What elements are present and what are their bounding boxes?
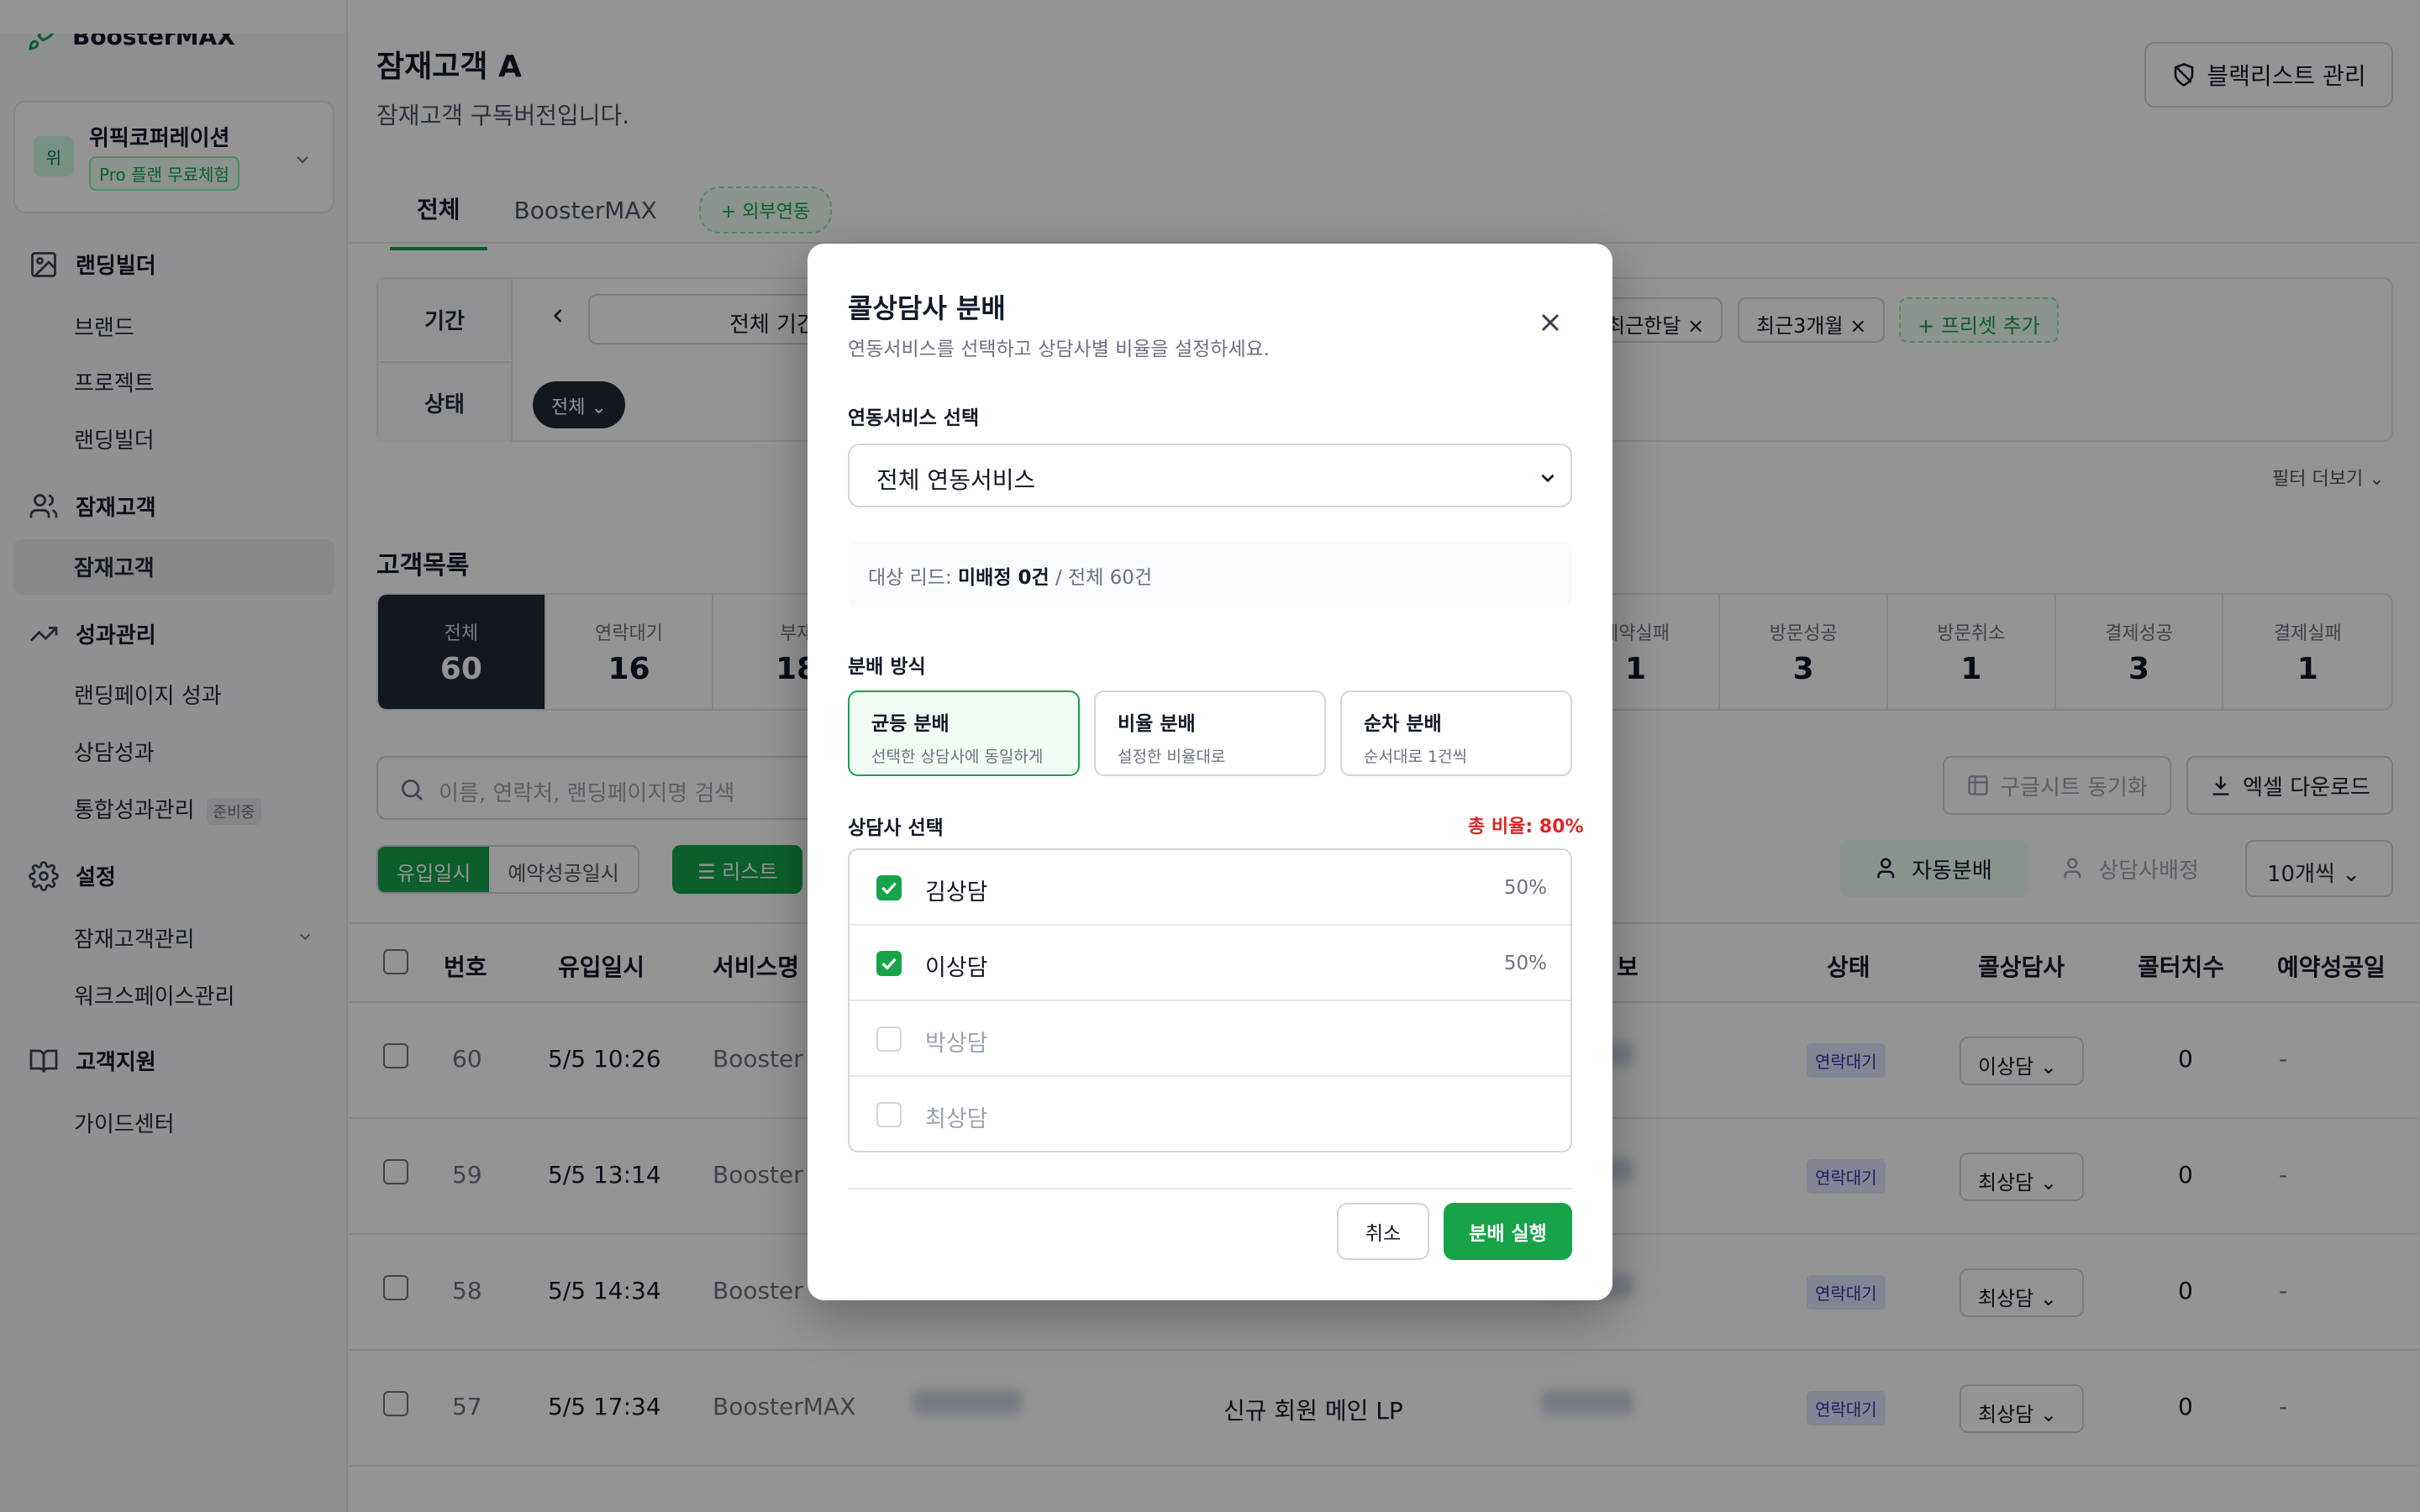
counselor-row[interactable]: 박상담	[850, 1001, 1570, 1077]
counselor-name: 김상담	[925, 879, 988, 906]
unassigned-count: 미배정 0건	[958, 567, 1050, 589]
close-icon[interactable]	[1535, 307, 1565, 338]
method-ratio[interactable]: 비율 분배 설정한 비율대로	[1094, 690, 1326, 776]
counselor-row[interactable]: 이상담 50%	[850, 926, 1570, 1001]
modal-title: 콜상담사 분배	[848, 292, 1006, 324]
method-label: 분배 방식	[848, 656, 926, 678]
cancel-button[interactable]: 취소	[1337, 1203, 1429, 1260]
counselor-checkbox[interactable]	[876, 875, 902, 900]
counselor-pct: 50%	[1503, 953, 1547, 974]
check-icon	[881, 882, 897, 895]
counselor-pct: 50%	[1503, 877, 1547, 899]
run-distribute-button[interactable]: 분배 실행	[1444, 1203, 1572, 1260]
counselor-checkbox[interactable]	[876, 1026, 902, 1052]
modal-divider	[848, 1188, 1572, 1189]
chevron-down-icon	[1541, 474, 1555, 483]
counselor-row[interactable]: 김상담 50%	[850, 850, 1570, 926]
method-sequential[interactable]: 순차 분배 순서대로 1건씩	[1340, 690, 1572, 776]
method-equal[interactable]: 균등 분배 선택한 상담사에 동일하게	[848, 690, 1080, 776]
counselor-name: 박상담	[925, 1031, 988, 1057]
check-icon	[881, 958, 897, 970]
counselor-list: 김상담 50% 이상담 50% 박상담 최상담	[848, 848, 1572, 1152]
modal-subtitle: 연동서비스를 선택하고 상담사별 비율을 설정하세요.	[848, 339, 1270, 360]
service-select[interactable]: 전체 연동서비스	[848, 444, 1572, 507]
counselor-checkbox[interactable]	[876, 1102, 902, 1127]
service-value: 전체 연동서비스	[876, 466, 1036, 494]
service-label: 연동서비스 선택	[848, 407, 980, 429]
counselor-name: 최상담	[925, 1106, 988, 1132]
counselor-checkbox[interactable]	[876, 951, 902, 976]
total-ratio: 총 비율: 80%	[1468, 816, 1584, 837]
counselor-name: 이상담	[925, 955, 988, 981]
target-leads: 대상 리드: 미배정 0건 / 전체 60건	[848, 541, 1572, 608]
counselor-label: 상담사 선택	[848, 817, 944, 839]
counselor-row[interactable]: 최상담	[850, 1077, 1570, 1151]
distribute-modal: 콜상담사 분배 연동서비스를 선택하고 상담사별 비율을 설정하세요. 연동서비…	[808, 244, 1612, 1300]
